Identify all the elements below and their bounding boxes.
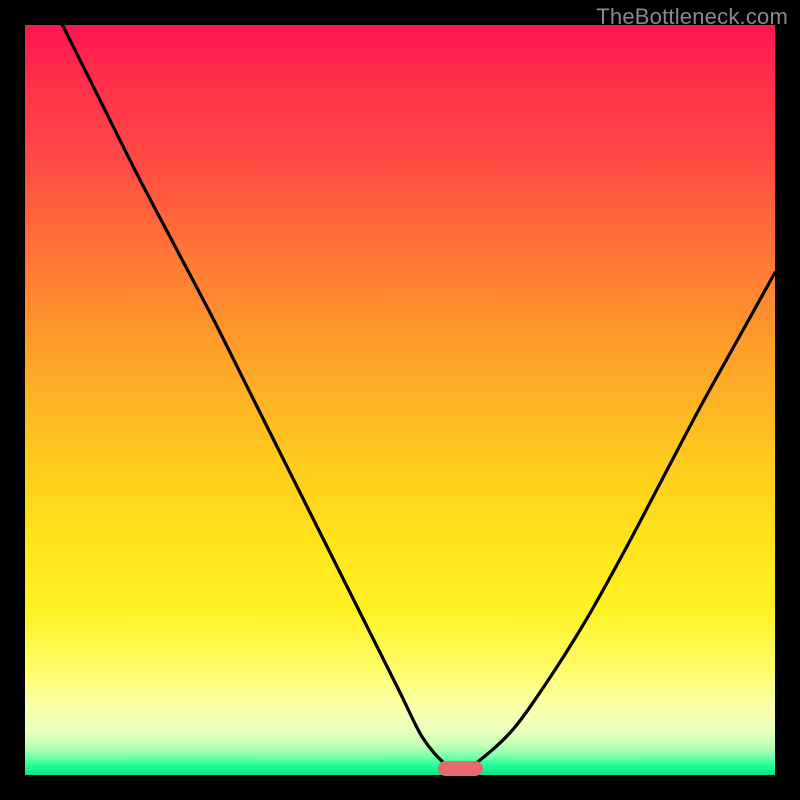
curve-path <box>63 25 776 768</box>
watermark-text: TheBottleneck.com <box>596 4 788 30</box>
optimal-marker <box>438 761 483 776</box>
chart-frame: TheBottleneck.com <box>0 0 800 800</box>
plot-area <box>25 25 775 775</box>
bottleneck-curve <box>25 25 775 775</box>
